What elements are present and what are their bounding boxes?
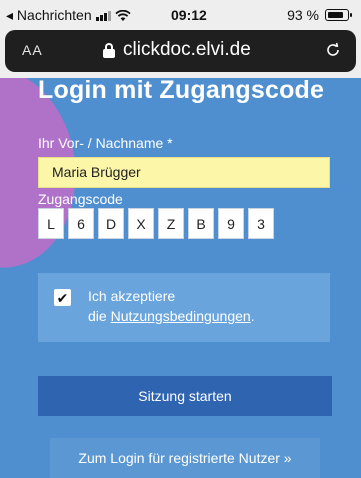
- back-app-label[interactable]: ◂ Nachrichten: [6, 7, 92, 24]
- registered-login-button[interactable]: Zum Login für registrierte Nutzer »: [50, 438, 320, 478]
- access-code-fields: L 6 D X Z B 9 3: [38, 208, 274, 239]
- address-bar[interactable]: AA clickdoc.elvi.de: [5, 30, 356, 72]
- terms-suffix: .: [250, 308, 255, 324]
- signal-icon: [95, 10, 111, 21]
- page-title: Login mit Zugangscode: [38, 78, 325, 104]
- back-to-app[interactable]: ◂ Nachrichten: [6, 7, 131, 24]
- terms-prefix: die: [88, 308, 111, 324]
- code-char-input[interactable]: X: [128, 208, 154, 239]
- reload-icon[interactable]: [324, 41, 342, 59]
- start-session-button[interactable]: Sitzung starten: [38, 376, 332, 416]
- battery-icon: [325, 9, 352, 21]
- code-char-input[interactable]: B: [188, 208, 214, 239]
- code-char-input[interactable]: D: [98, 208, 124, 239]
- name-label: Ihr Vor- / Nachname *: [38, 135, 173, 151]
- code-label: Zugangscode: [38, 191, 123, 207]
- wifi-icon: [114, 9, 131, 21]
- terms-text-line2: die Nutzungsbedingungen.: [88, 308, 255, 324]
- name-input[interactable]: Maria Brügger: [38, 157, 330, 188]
- terms-text: Ich akzeptiere: [88, 288, 176, 304]
- clock: 09:12: [171, 7, 207, 23]
- browser-chrome: AA clickdoc.elvi.de: [0, 30, 361, 78]
- terms-link[interactable]: Nutzungsbedingungen: [111, 308, 251, 324]
- code-char-input[interactable]: 3: [248, 208, 274, 239]
- code-char-input[interactable]: 6: [68, 208, 94, 239]
- text-size-button[interactable]: AA: [22, 42, 43, 58]
- url-display[interactable]: clickdoc.elvi.de: [103, 39, 251, 61]
- code-char-input[interactable]: L: [38, 208, 64, 239]
- status-bar: ◂ Nachrichten 09:12 93 %: [0, 0, 361, 30]
- login-page: Login mit Zugangscode Ihr Vor- / Nachnam…: [0, 78, 361, 478]
- code-char-input[interactable]: Z: [158, 208, 184, 239]
- lock-icon: [103, 43, 115, 58]
- domain-text: clickdoc.elvi.de: [123, 39, 251, 60]
- checkmark-icon: ✔: [56, 289, 69, 306]
- terms-checkbox[interactable]: ✔: [54, 289, 71, 306]
- battery-percent: 93 %: [287, 7, 319, 23]
- code-char-input[interactable]: 9: [218, 208, 244, 239]
- terms-panel: ✔ Ich akzeptiere die Nutzungsbedingungen…: [38, 273, 330, 342]
